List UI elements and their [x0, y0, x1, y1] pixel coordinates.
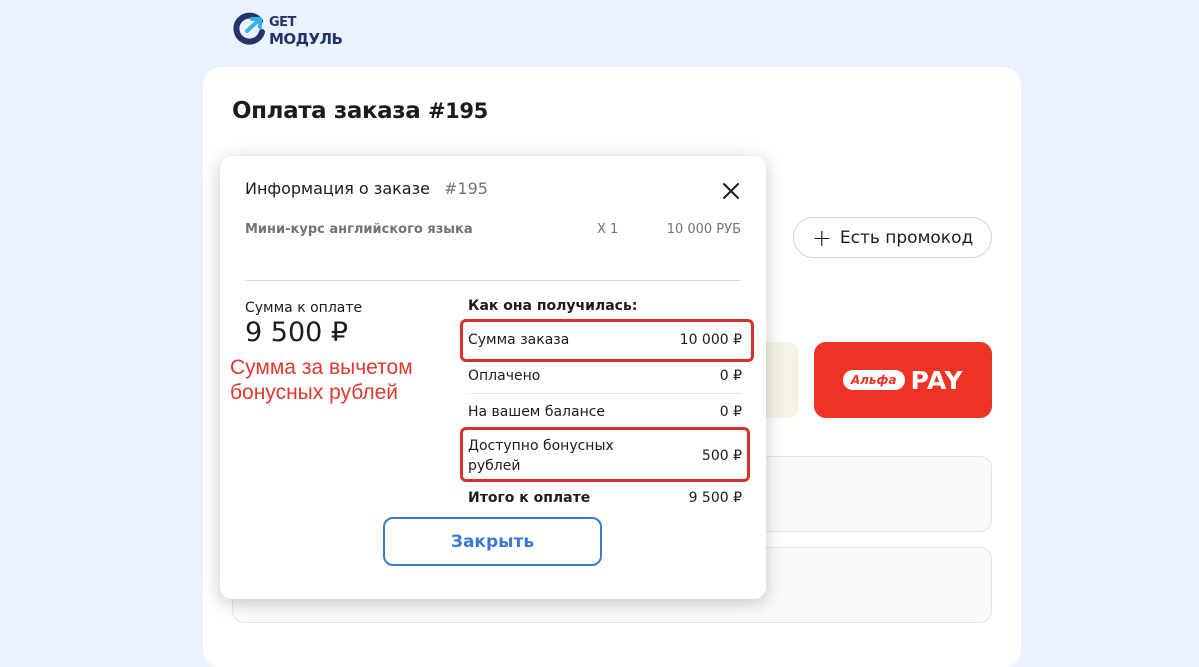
row-value: 0 ₽: [719, 403, 742, 420]
page-order-number: #195: [427, 99, 488, 123]
item-name: Мини-курс английского языка: [245, 222, 473, 237]
highlight-box-bonus: [460, 427, 750, 482]
row-value: 0 ₽: [719, 367, 742, 384]
page-title-text: Оплата заказа: [232, 98, 421, 124]
logo-text: GET МОДУЛЬ: [269, 15, 343, 47]
sum-value: 9 500 ₽: [245, 317, 349, 348]
item-quantity: X 1: [597, 222, 619, 237]
getmodul-logo[interactable]: GET МОДУЛЬ: [232, 12, 352, 50]
row-label: Итого к оплате: [468, 490, 591, 506]
logo-line1: GET: [269, 15, 296, 30]
row-value: 9 500 ₽: [688, 490, 742, 506]
breakdown-row-total: Итого к оплате 9 500 ₽: [468, 482, 742, 514]
sum-label: Сумма к оплате: [245, 300, 363, 316]
order-info-modal: Информация о заказе #195 Мини-курс англи…: [220, 156, 766, 599]
alfa-pill-logo: Альфа: [842, 370, 905, 390]
item-price: 10 000 РУБ: [666, 222, 741, 237]
logo-mark-icon: [233, 12, 265, 45]
highlight-box-order-sum: [460, 319, 754, 362]
modal-order-number: #195: [444, 179, 488, 198]
close-icon[interactable]: [722, 182, 740, 200]
annotation-text: Сумма за вычетом бонусных рублей: [230, 356, 413, 404]
breakdown-row-paid: Оплачено 0 ₽: [468, 358, 742, 394]
modal-title: Информация о заказе: [245, 179, 430, 198]
breakdown-row-balance: На вашем балансе 0 ₽: [468, 394, 742, 430]
alfa-pay-label: PAY: [910, 365, 964, 395]
divider: [245, 280, 741, 281]
plus-icon: +: [811, 223, 832, 252]
logo-line2: МОДУЛЬ: [269, 30, 343, 48]
promo-code-label: Есть промокод: [839, 227, 974, 248]
page-title: Оплата заказа #195: [232, 98, 488, 124]
row-label: Оплачено: [468, 367, 541, 384]
alfa-pay-button[interactable]: Альфа PAY: [814, 342, 992, 418]
row-label: На вашем балансе: [468, 403, 606, 420]
breakdown-title: Как она получилась:: [468, 298, 638, 314]
close-button[interactable]: Закрыть: [383, 517, 602, 566]
promo-code-button[interactable]: + Есть промокод: [793, 217, 992, 258]
